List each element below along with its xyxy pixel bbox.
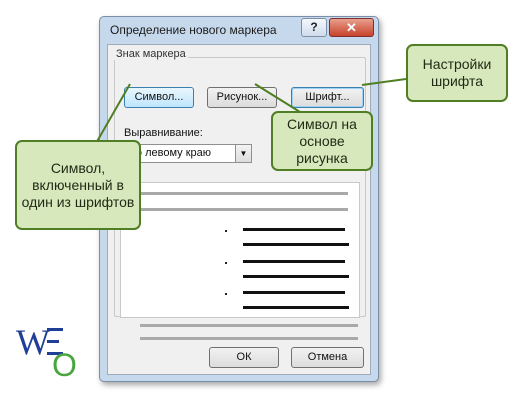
logo-bar	[47, 328, 63, 331]
dialog-body: Знак маркера Символ... Рисунок... Шрифт.…	[107, 44, 371, 375]
preview-line	[243, 228, 345, 231]
preview-line	[243, 243, 349, 246]
callout-font-settings: Настройки шрифта	[406, 44, 508, 102]
preview-bullet	[225, 262, 227, 264]
preview-bullet	[225, 230, 227, 232]
close-button[interactable]: ✕	[329, 18, 374, 37]
preview-line	[132, 208, 348, 211]
symbol-button[interactable]: Символ...	[124, 87, 194, 108]
callout-picture-symbol: Символ на основе рисунка	[271, 111, 373, 171]
dialog-titlebar: Определение нового маркера ? ✕	[100, 17, 378, 43]
preview-line	[243, 306, 349, 309]
bullet-dialog: Определение нового маркера ? ✕ Знак марк…	[99, 16, 379, 382]
picture-button[interactable]: Рисунок...	[207, 87, 277, 108]
preview-bullet	[225, 293, 227, 295]
cancel-button[interactable]: Отмена	[291, 347, 364, 368]
help-button[interactable]: ?	[301, 18, 327, 37]
sample-preview	[120, 182, 360, 318]
ok-button[interactable]: ОК	[209, 347, 279, 368]
chevron-down-icon[interactable]: ▼	[235, 145, 251, 162]
alignment-select[interactable]: По левому краю ▼	[124, 144, 252, 163]
group-legend: Знак маркера	[114, 48, 188, 60]
weo-logo: W O	[16, 322, 77, 383]
logo-bar	[47, 340, 59, 343]
preview-line	[243, 260, 345, 263]
logo-letter-o: O	[52, 347, 77, 383]
dialog-title: Определение нового маркера	[110, 23, 277, 37]
preview-line	[140, 337, 358, 340]
preview-line	[132, 192, 348, 195]
preview-line	[243, 291, 345, 294]
font-button[interactable]: Шрифт...	[291, 87, 364, 108]
preview-line	[140, 324, 358, 327]
callout-font-symbol: Символ, включенный в один из шрифтов	[15, 140, 141, 230]
preview-line	[243, 275, 349, 278]
alignment-label: Выравнивание:	[124, 127, 203, 139]
logo-letter-w: W	[16, 322, 50, 362]
